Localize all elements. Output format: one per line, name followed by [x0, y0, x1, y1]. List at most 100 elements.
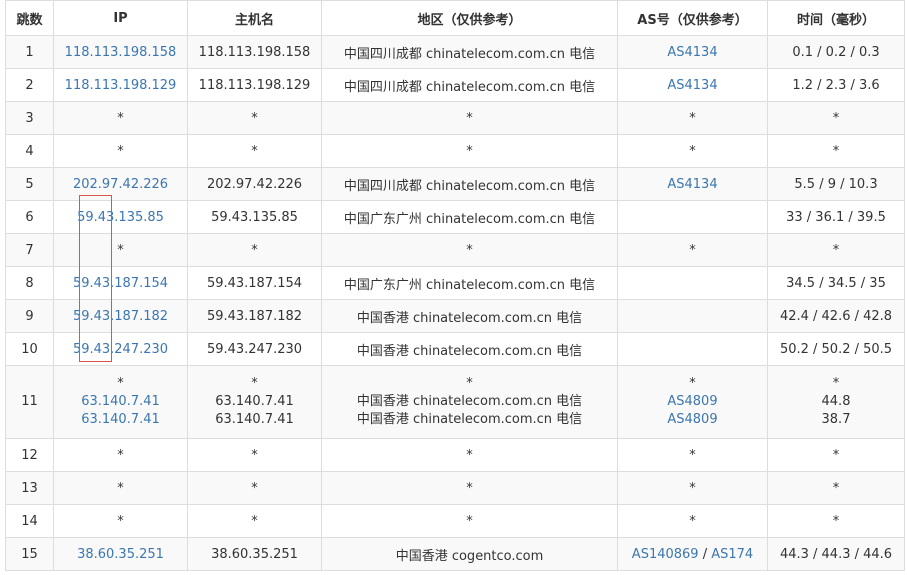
as-link: *: [689, 480, 696, 496]
cell-hop: 13: [5, 471, 54, 505]
ip-link[interactable]: 63.140.7.41: [56, 393, 185, 411]
cell-hop: 8: [5, 266, 54, 300]
cell-time: 5.5 / 9 / 10.3: [767, 167, 905, 201]
ip-link[interactable]: 202.97.42.226: [73, 177, 168, 192]
cell-text: 63.140.7.41: [215, 394, 294, 409]
cell-host: 59.43.135.85: [187, 200, 322, 234]
as-link[interactable]: AS140869: [632, 547, 699, 562]
as-link: *: [689, 447, 696, 463]
cell-text: *: [251, 480, 258, 496]
ip-link: *: [117, 376, 124, 391]
as-link[interactable]: AS4134: [667, 177, 717, 192]
cell-text: 59.43.247.230: [206, 341, 303, 357]
cell-text: *: [832, 143, 840, 159]
cell-text: 5.5 / 9 / 10.3: [794, 176, 878, 192]
traceroute-table: 跳数 IP 主机名 地区（仅供参考） AS号（仅供参考） 时间（毫秒） 1 118…: [5, 0, 905, 571]
cell-text: *: [466, 513, 473, 529]
table-row: 2 118.113.198.129 118.113.198.129 中国四川成都 ch…: [5, 68, 905, 102]
cell-text: *: [466, 376, 473, 391]
as-link[interactable]: AS174: [711, 547, 753, 562]
cell-text: *: [251, 376, 258, 391]
cell-region: 中国四川成都 chinatelecom.com.cn 电信: [321, 68, 618, 102]
cell-ip: *: [53, 101, 188, 135]
cell-text: *: [832, 110, 840, 126]
cell-text: 34.5 / 34.5 / 35: [786, 275, 886, 291]
as-link: *: [689, 110, 696, 126]
cell-host: *: [187, 471, 322, 505]
ip-link[interactable]: 118.113.198.158: [65, 45, 177, 60]
ip-link: *: [117, 447, 124, 463]
cell-time: *: [767, 233, 905, 267]
cell-text: 44.8: [821, 394, 851, 409]
cell-time: 0.1 / 0.2 / 0.3: [767, 35, 905, 69]
table-row: 10 59.43.247.230 59.43.247.230 中国香港 chinate…: [5, 332, 905, 366]
cell-time: *: [767, 438, 905, 472]
as-link[interactable]: AS4809: [620, 393, 765, 411]
cell-hop: 5: [5, 167, 54, 201]
cell-ip: * 63.140.7.41 63.140.7.41: [53, 365, 188, 439]
cell-text: 中国广东广州 chinatelecom.com.cn 电信: [343, 277, 596, 293]
as-link: *: [689, 513, 696, 529]
cell-text: *: [251, 447, 258, 463]
cell-ip: *: [53, 134, 188, 168]
cell-text: 1: [25, 44, 34, 60]
table-row: 12 * * * * *: [5, 438, 905, 472]
cell-as: [617, 266, 768, 300]
cell-host: *: [187, 504, 322, 538]
cell-hop: 7: [5, 233, 54, 267]
cell-text: 5: [25, 176, 34, 192]
cell-as: *: [617, 438, 768, 472]
ip-link[interactable]: 59.43.247.230: [73, 342, 168, 357]
cell-text: 2: [25, 77, 34, 93]
cell-hop: 15: [5, 537, 54, 571]
cell-region: 中国香港 cogentco.com: [321, 537, 618, 571]
cell-text: 38.60.35.251: [211, 546, 298, 562]
as-link[interactable]: AS4134: [667, 45, 717, 60]
ip-link[interactable]: 59.43.187.182: [73, 309, 168, 324]
as-link[interactable]: AS4134: [667, 78, 717, 93]
cell-time: *: [767, 504, 905, 538]
ip-link[interactable]: 59.43.135.85: [77, 210, 164, 225]
cell-text: 中国四川成都 chinatelecom.com.cn 电信: [343, 46, 596, 62]
cell-region: 中国四川成都 chinatelecom.com.cn 电信: [321, 167, 618, 201]
header-time: 时间（毫秒）: [767, 0, 905, 36]
cell-hop: 12: [5, 438, 54, 472]
cell-text: 11: [21, 394, 38, 409]
cell-host: 118.113.198.158: [187, 35, 322, 69]
ip-link[interactable]: 59.43.187.154: [73, 276, 168, 291]
cell-host: 202.97.42.226: [187, 167, 322, 201]
cell-text: *: [466, 242, 473, 258]
cell-text: *: [832, 376, 840, 391]
ip-link[interactable]: 118.113.198.129: [65, 78, 177, 93]
table-row: 13 * * * * *: [5, 471, 905, 505]
cell-text: *: [251, 513, 258, 529]
cell-time: 34.5 / 34.5 / 35: [767, 266, 905, 300]
ip-link: *: [117, 513, 124, 529]
cell-region: *: [321, 101, 618, 135]
ip-link: *: [117, 480, 124, 496]
header-region: 地区（仅供参考）: [321, 0, 618, 36]
table-row: 7 * * * * *: [5, 233, 905, 267]
ip-link[interactable]: 38.60.35.251: [77, 547, 164, 562]
cell-ip: 118.113.198.158: [53, 35, 188, 69]
cell-ip: 202.97.42.226: [53, 167, 188, 201]
cell-text: 0.1 / 0.2 / 0.3: [792, 44, 880, 60]
cell-text: 15: [21, 546, 38, 562]
cell-text: *: [466, 143, 473, 159]
cell-host: 59.43.187.182: [187, 299, 322, 333]
cell-ip: 59.43.135.85: [53, 200, 188, 234]
cell-as: [617, 200, 768, 234]
ip-link: *: [117, 143, 124, 159]
as-link[interactable]: AS4809: [620, 411, 765, 429]
cell-text: 中国香港 chinatelecom.com.cn 电信: [356, 394, 583, 409]
cell-ip: 59.43.187.154: [53, 266, 188, 300]
cell-text: 14: [21, 513, 38, 529]
cell-host: 118.113.198.129: [187, 68, 322, 102]
cell-ip: *: [53, 471, 188, 505]
table-body: 1 118.113.198.158 118.113.198.158 中国四川成都 ch…: [5, 35, 905, 571]
ip-link[interactable]: 63.140.7.41: [56, 411, 185, 429]
cell-as: *: [617, 134, 768, 168]
cell-text: 中国香港 chinatelecom.com.cn 电信: [356, 412, 583, 427]
cell-time: 1.2 / 2.3 / 3.6: [767, 68, 905, 102]
cell-host: * 63.140.7.41 63.140.7.41: [187, 365, 322, 439]
